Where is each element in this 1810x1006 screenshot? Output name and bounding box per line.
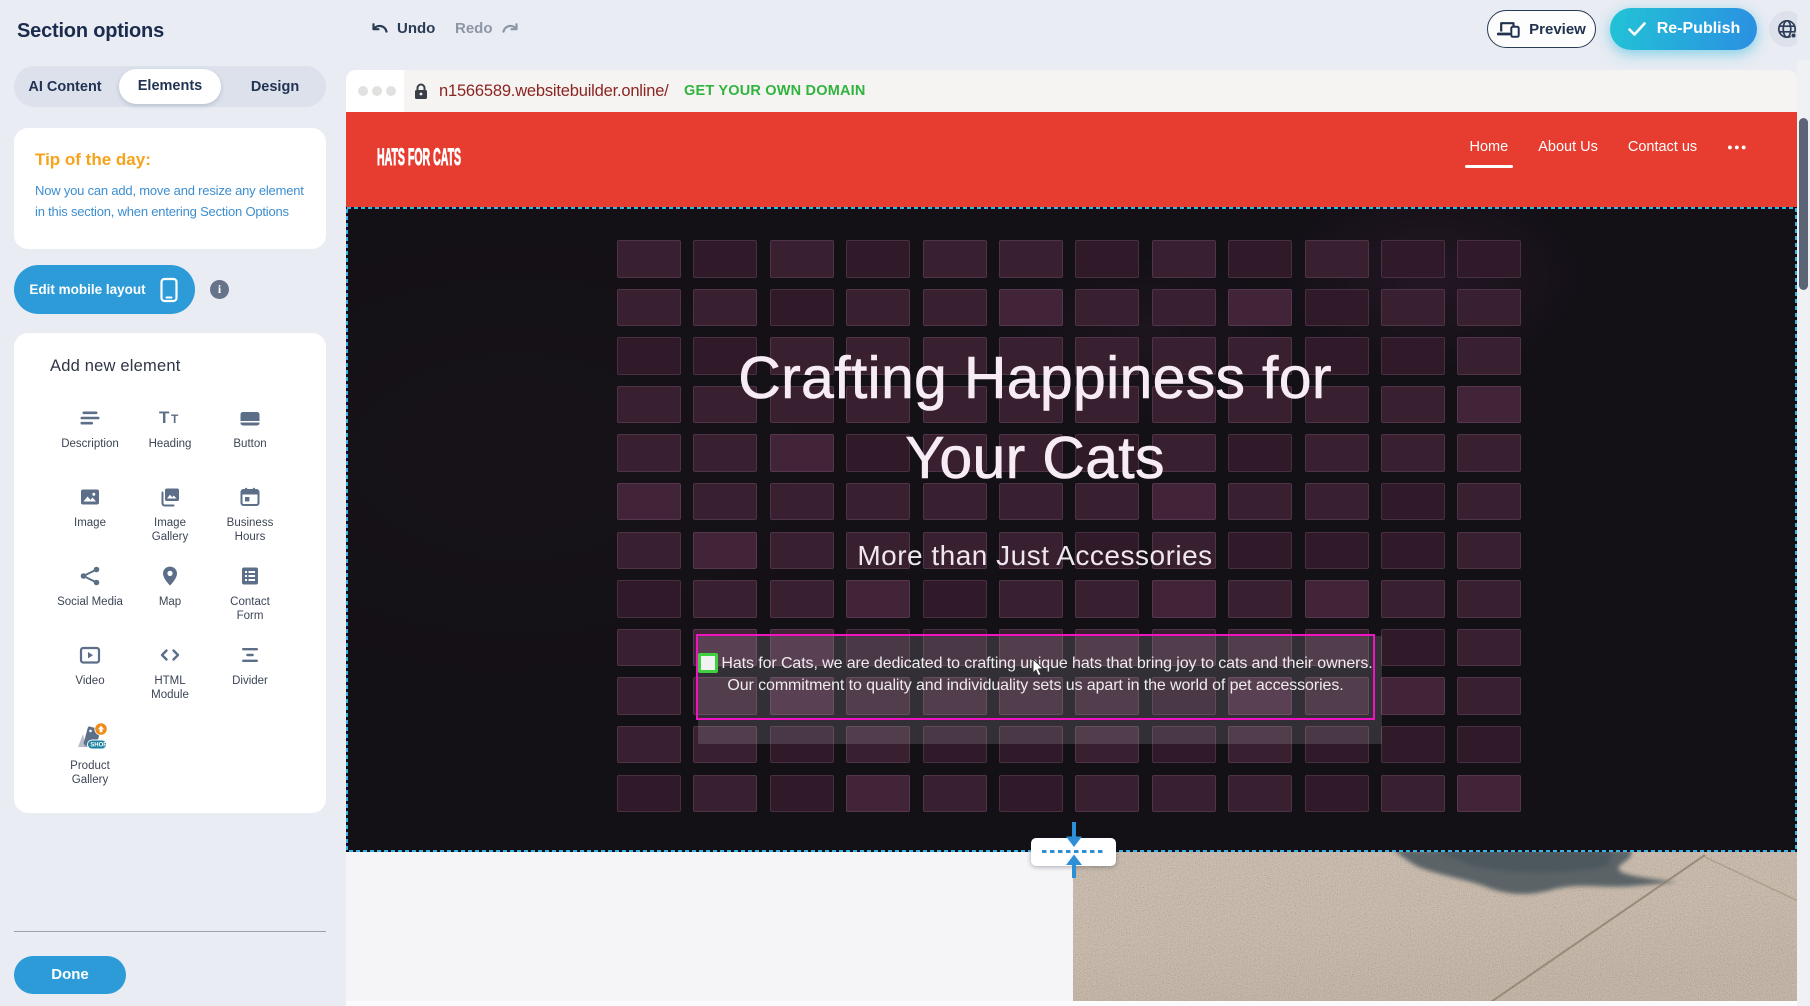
svg-text:SHOP: SHOP (90, 743, 107, 749)
svg-text:T: T (159, 408, 170, 427)
svg-text:T: T (171, 412, 179, 426)
